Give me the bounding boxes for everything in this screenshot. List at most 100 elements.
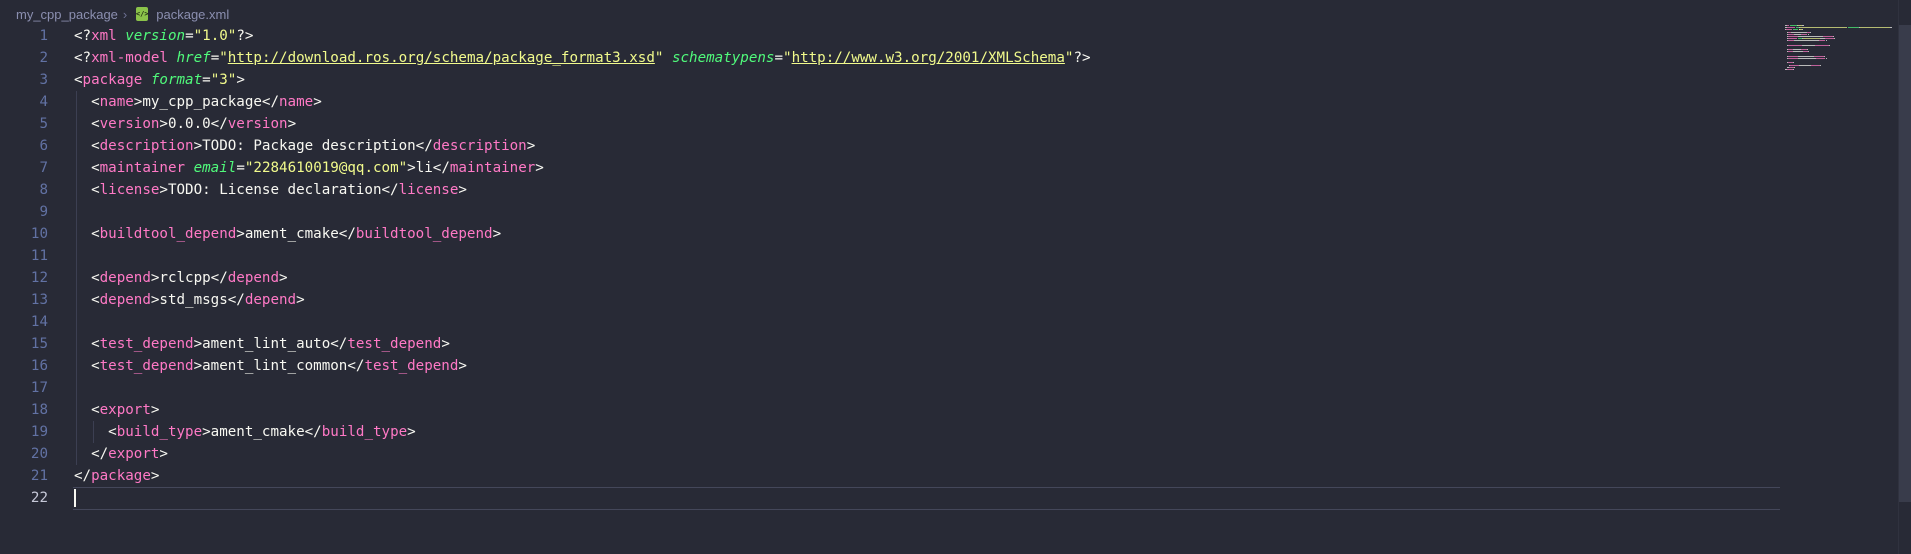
code-line[interactable]: 2 <?xml-model href="http://download.ros.o… bbox=[0, 47, 1780, 69]
code-punctuation: >0.0.0</ bbox=[159, 116, 228, 132]
line-number: 3 bbox=[39, 72, 48, 88]
xml-attribute-value: "2284610019@qq.com" bbox=[244, 160, 408, 176]
code-punctuation: </ bbox=[74, 446, 109, 462]
line-number: 4 bbox=[39, 94, 48, 110]
code-line[interactable]: 11 bbox=[0, 245, 1780, 267]
indent-guide bbox=[76, 201, 77, 223]
line-number: 21 bbox=[30, 468, 48, 484]
line-number: 10 bbox=[30, 226, 48, 242]
code-line[interactable]: 15 <test_depend>ament_lint_auto</test_de… bbox=[0, 333, 1780, 355]
code-punctuation: >TODO: Package description</ bbox=[193, 138, 433, 154]
code-punctuation: >ament_cmake</ bbox=[236, 226, 356, 242]
minimap-line bbox=[1810, 31, 1812, 33]
code-punctuation bbox=[168, 50, 177, 66]
code-line[interactable]: 5 <version>0.0.0</version> bbox=[0, 113, 1780, 135]
code-punctuation: < bbox=[74, 94, 100, 110]
line-number: 13 bbox=[30, 292, 48, 308]
code-line[interactable]: 16 <test_depend>ament_lint_common</test_… bbox=[0, 355, 1780, 377]
xml-attribute-value: " bbox=[219, 50, 228, 66]
minimap-line bbox=[1860, 27, 1890, 29]
code-text: <version>0.0.0</version> bbox=[74, 113, 296, 135]
line-number: 22 bbox=[30, 490, 48, 506]
xml-tag-name: name bbox=[99, 94, 134, 110]
line-number: 1 bbox=[39, 28, 48, 44]
xml-attribute-name: format bbox=[150, 72, 203, 88]
xml-tag-name: package bbox=[91, 468, 151, 484]
minimap-line bbox=[1794, 66, 1795, 68]
minimap-line bbox=[1787, 58, 1798, 59]
line-number: 15 bbox=[30, 336, 48, 352]
minimap-line bbox=[1824, 38, 1834, 40]
code-punctuation bbox=[142, 72, 151, 88]
code-line[interactable]: 21 </package> bbox=[0, 465, 1780, 487]
xml-attribute-name: version bbox=[125, 28, 186, 44]
indent-guide bbox=[76, 311, 77, 333]
url-link[interactable]: http://download.ros.org/schema/package_f… bbox=[228, 50, 655, 66]
xml-tag-name: name bbox=[279, 94, 314, 110]
minimap-line bbox=[1829, 44, 1830, 46]
xml-tag-name: depend bbox=[227, 270, 279, 286]
code-line[interactable]: 19 <build_type>ament_cmake</build_type> bbox=[0, 421, 1780, 443]
minimap-line bbox=[1848, 27, 1859, 29]
breadcrumb-file[interactable]: package.xml bbox=[156, 7, 229, 22]
vertical-scrollbar-thumb[interactable] bbox=[1899, 25, 1911, 502]
current-line-highlight bbox=[73, 487, 1780, 510]
minimap[interactable] bbox=[1785, 25, 1895, 85]
code-line[interactable]: 18 <export> bbox=[0, 399, 1780, 421]
code-editor[interactable]: 1 <?xml version="1.0"?> 2 <?xml-model href=… bbox=[0, 25, 1780, 520]
code-line[interactable]: 22 bbox=[0, 487, 1780, 510]
xml-tag-name: build_type bbox=[321, 424, 408, 440]
xml-tag-name: depend bbox=[99, 292, 151, 308]
code-punctuation: >li</ bbox=[407, 160, 450, 176]
code-line[interactable]: 7 <maintainer email="2284610019@qq.com">… bbox=[0, 157, 1780, 179]
code-line[interactable]: 3 <package format="3"> bbox=[0, 69, 1780, 91]
breadcrumb-folder[interactable]: my_cpp_package bbox=[16, 7, 118, 22]
code-punctuation: = bbox=[236, 160, 245, 176]
code-line[interactable]: 8 <license>TODO: License declaration</li… bbox=[0, 179, 1780, 201]
xml-tag-name: xml bbox=[91, 28, 117, 44]
code-punctuation: < bbox=[74, 292, 100, 308]
code-punctuation: > bbox=[236, 72, 245, 88]
code-line[interactable]: 17 bbox=[0, 377, 1780, 399]
line-number: 8 bbox=[39, 182, 48, 198]
code-line[interactable]: 12 <depend>rclcpp</depend> bbox=[0, 267, 1780, 289]
minimap-line bbox=[1802, 25, 1804, 26]
code-punctuation bbox=[663, 50, 672, 66]
line-number: 17 bbox=[30, 380, 48, 396]
code-punctuation: < bbox=[74, 336, 100, 352]
code-punctuation: > bbox=[492, 226, 502, 242]
minimap-line bbox=[1786, 25, 1790, 26]
code-line[interactable]: 10 <buildtool_depend>ament_cmake</buildt… bbox=[0, 223, 1780, 245]
code-line[interactable]: 6 <description>TODO: Package description… bbox=[0, 135, 1780, 157]
code-line[interactable]: 4 <name>my_cpp_package</name> bbox=[0, 91, 1780, 113]
code-punctuation: > bbox=[313, 94, 322, 110]
code-line[interactable]: 14 bbox=[0, 311, 1780, 333]
minimap-line bbox=[1789, 64, 1799, 66]
xml-attribute-name: schematypens bbox=[671, 50, 775, 66]
minimap-line bbox=[1794, 40, 1820, 42]
code-punctuation: < bbox=[74, 182, 100, 198]
minimap-line bbox=[1823, 55, 1825, 57]
code-line[interactable]: 20 </export> bbox=[0, 443, 1780, 465]
minimap-line bbox=[1832, 36, 1834, 37]
line-number: 2 bbox=[39, 50, 48, 66]
minimap-line bbox=[1813, 55, 1824, 57]
line-number: 14 bbox=[30, 314, 48, 330]
line-number: 12 bbox=[30, 270, 48, 286]
minimap-line bbox=[1797, 36, 1823, 37]
minimap-line bbox=[1808, 51, 1810, 53]
xml-tag-name: license bbox=[99, 182, 160, 198]
code-line[interactable]: 9 bbox=[0, 201, 1780, 223]
xml-tag-name: test_depend bbox=[99, 358, 194, 374]
minimap-line bbox=[1797, 58, 1816, 59]
code-line[interactable]: 13 <depend>std_msgs</depend> bbox=[0, 289, 1780, 311]
code-punctuation: >ament_cmake</ bbox=[202, 424, 322, 440]
code-punctuation: > bbox=[407, 424, 416, 440]
code-punctuation: < bbox=[74, 138, 100, 154]
minimap-line bbox=[1890, 27, 1893, 29]
code-line[interactable]: 1 <?xml version="1.0"?> bbox=[0, 25, 1780, 47]
code-punctuation: ?> bbox=[236, 28, 254, 44]
minimap-line bbox=[1803, 38, 1821, 40]
xml-attribute-name: href bbox=[176, 50, 211, 66]
url-link[interactable]: http://www.w3.org/2001/XMLSchema bbox=[792, 50, 1065, 66]
